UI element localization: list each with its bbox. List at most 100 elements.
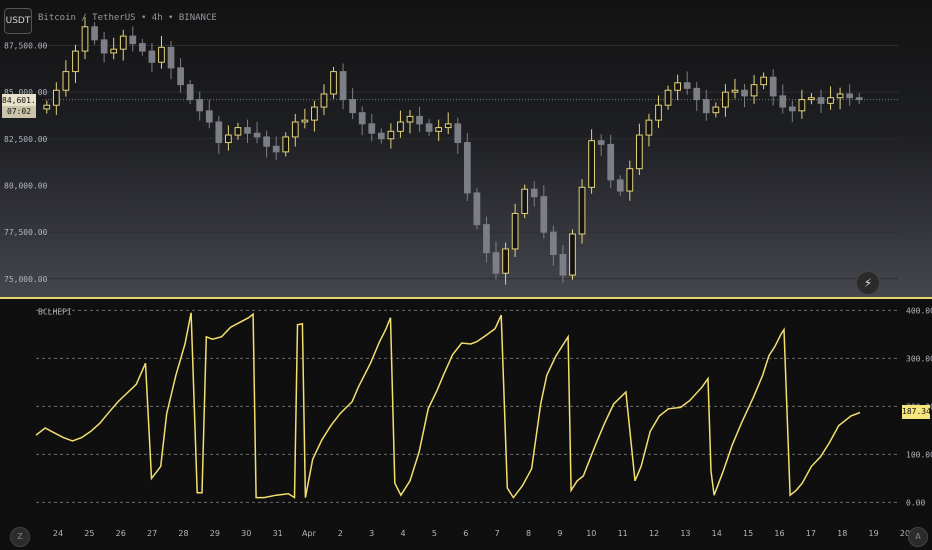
candle-body [817,97,825,104]
chart-root: 75,000.0077,500.0080,000.0082,500.0085,0… [0,0,932,550]
candle-body [502,248,509,274]
candle-body [100,39,108,54]
price-tick-label: 77,500.00 [4,228,48,237]
candle-body [722,91,729,108]
candle-body [225,134,232,144]
candle-body [798,99,806,112]
candle-body [473,192,481,226]
candle-body [788,106,796,112]
time-tick-label: 6 [463,529,468,538]
price-tick-label: 75,000.00 [4,275,48,284]
candle-body [148,50,156,63]
price-chart-svg[interactable]: 75,000.0077,500.0080,000.0082,500.0085,0… [0,0,932,298]
time-axis[interactable]: 24 25 26 27 28 29 30 31 Apr 2 3 4 5 6 7 8 9 10 11 12 13 14 15 1… [0,522,932,550]
candle-body [167,46,175,69]
time-tick-label: 24 [53,529,63,538]
candle-body [463,142,471,194]
time-tick-label: 9 [557,529,562,538]
candle-body [712,106,720,114]
time-tick-label: 8 [526,529,531,538]
candle-body [616,179,624,192]
candle-body [540,196,548,233]
time-tick-label: 11 [618,529,628,538]
candle-body [607,143,615,181]
candle-body [683,82,691,89]
candle-body [693,87,701,101]
candle-body [836,93,844,99]
time-tick-label: Apr [302,529,317,538]
time-tick-label: 4 [401,529,406,538]
candle-body [320,93,328,108]
candle-body [674,82,681,91]
time-tick-label: 25 [84,529,94,538]
candle-body [521,188,529,214]
candle-body [636,134,643,170]
candle-body [138,43,146,52]
time-tick-label: 31 [272,529,282,538]
price-tick-label: 82,500.00 [4,135,48,144]
candle-body [406,115,414,123]
candle-body [196,99,204,112]
time-tick-label: 28 [178,529,188,538]
candle-body [597,140,605,145]
symbol-title: Bitcoin / TetherUS • 4h • BINANCE [38,13,217,23]
candle-body [158,46,165,63]
last-price-tag: 84,601.90 07:02 [2,93,46,118]
time-tick-label: 3 [369,529,374,538]
indicator-tick-label: 400.00 [906,306,932,315]
time-tick-label: 7 [495,529,500,538]
candle-body [129,35,137,45]
candle-body [750,84,758,97]
candle-body [397,121,404,132]
indicator-chart-svg[interactable]: 0.00100.00200.00300.00400.00BCLHEPI [0,300,932,522]
candle-body [282,136,290,153]
indicator-name-label: BCLHEPI [38,307,72,316]
time-tick-label: 12 [649,529,659,538]
candle-body [234,127,242,136]
candle-body [215,121,223,144]
candle-body [72,50,79,73]
candle-body [425,123,433,132]
indicator-pane[interactable]: 0.00100.00200.00300.00400.00BCLHEPI [0,300,932,522]
indicator-tick-label: 300.00 [906,354,932,363]
time-tick-label: 18 [837,529,847,538]
candle-body [559,254,567,276]
candle-body [368,123,376,134]
ticker-button[interactable]: USDT [4,8,32,34]
time-tick-label: 10 [586,529,596,538]
candle-body [741,89,748,97]
candle-body [177,67,184,86]
pane-separator[interactable] [0,297,932,299]
candle-body [91,26,98,41]
candle-body [253,132,261,138]
right-circle-button[interactable]: A [908,527,928,547]
price-pane[interactable]: 75,000.0077,500.0080,000.0082,500.0085,0… [0,0,932,298]
time-tick-label: 27 [147,529,157,538]
candle-body [530,188,538,198]
candle-body [272,145,280,153]
lightning-icon[interactable]: ⚡ [856,271,880,295]
candle-body [435,127,443,132]
candle-body [358,112,366,125]
last-price-value: 84,601.90 [2,93,46,106]
time-tick-label: 14 [712,529,722,538]
candle-body [731,89,739,93]
candle-body [569,233,576,276]
time-tick-label: 30 [241,529,251,538]
candle-body [454,123,462,144]
candle-body [52,89,60,106]
candle-body [387,130,395,140]
time-axis-svg[interactable]: 24 25 26 27 28 29 30 31 Apr 2 3 4 5 6 7 8 9 10 11 12 13 14 15 1… [0,522,932,550]
candle-body [655,104,662,121]
candle-body [119,35,127,50]
time-tick-label: 26 [116,529,126,538]
candle-body [186,84,194,101]
time-tick-label: 13 [680,529,690,538]
time-tick-label: 17 [806,529,816,538]
candle-body [43,104,51,110]
candle-body [301,119,309,123]
left-circle-button[interactable]: Z [10,527,30,547]
candle-body [377,132,385,140]
candle-body [311,106,318,121]
candle-body [416,115,423,125]
